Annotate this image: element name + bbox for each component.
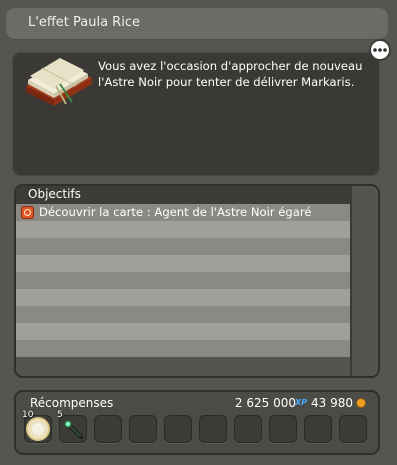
quest-description-text: Vous avez l'occasion d'approcher de nouv… [98,59,363,89]
more-dots-icon [373,48,387,52]
reward-empty-slot [199,415,227,443]
reward-empty-slot [234,415,262,443]
magic-wand-item-icon [65,421,83,439]
quest-window: L'effet Paula Rice Vous avez l'occasion … [0,0,397,465]
reward-item-slot[interactable]: 10 [22,410,52,443]
kama-coin-icon [357,399,365,407]
rewards-label: Récompenses [30,396,114,410]
objective-label: Découvrir la carte : Agent de l'Astre No… [39,205,312,219]
xp-reward-value: 2 625 000 [234,396,296,410]
objective-empty-row [16,306,350,323]
reward-empty-slot [339,415,367,443]
reward-empty-slot [304,415,332,443]
objectives-header-label: Objectifs [28,187,81,201]
reward-item-slot[interactable]: 5 [57,410,87,443]
item-quantity: 5 [57,410,63,420]
objectives-header: Objectifs [16,186,378,204]
title-bar: L'effet Paula Rice [6,8,388,40]
objective-empty-row [16,238,350,255]
objective-empty-row [16,340,350,357]
reward-empty-slot [164,415,192,443]
quest-description-panel: Vous avez l'occasion d'approcher de nouv… [12,52,380,176]
dofus-egg-item-icon [28,419,48,439]
rewards-panel: Récompenses 2 625 000 XP 43 980 10 5 [14,390,380,455]
objectives-list: Découvrir la carte : Agent de l'Astre No… [16,204,350,357]
kamas-reward-value: 43 980 [311,396,353,410]
objective-empty-row [16,289,350,306]
objective-item[interactable]: Découvrir la carte : Agent de l'Astre No… [16,204,350,221]
reward-empty-slot [94,415,122,443]
more-options-button[interactable] [369,39,391,61]
window-title: L'effet Paula Rice [28,15,140,30]
reward-empty-slot [269,415,297,443]
objectives-scrollbar[interactable] [350,186,378,376]
item-quantity: 10 [22,410,34,420]
objective-empty-row [16,272,350,289]
objectives-panel: Objectifs Découvrir la carte : Agent de … [14,184,380,378]
objective-empty-row [16,255,350,272]
xp-unit-label: XP [294,398,307,407]
objective-empty-row [16,323,350,340]
open-book-icon [26,58,92,106]
location-target-icon [21,206,34,219]
objective-empty-row [16,221,350,238]
reward-empty-slot [129,415,157,443]
